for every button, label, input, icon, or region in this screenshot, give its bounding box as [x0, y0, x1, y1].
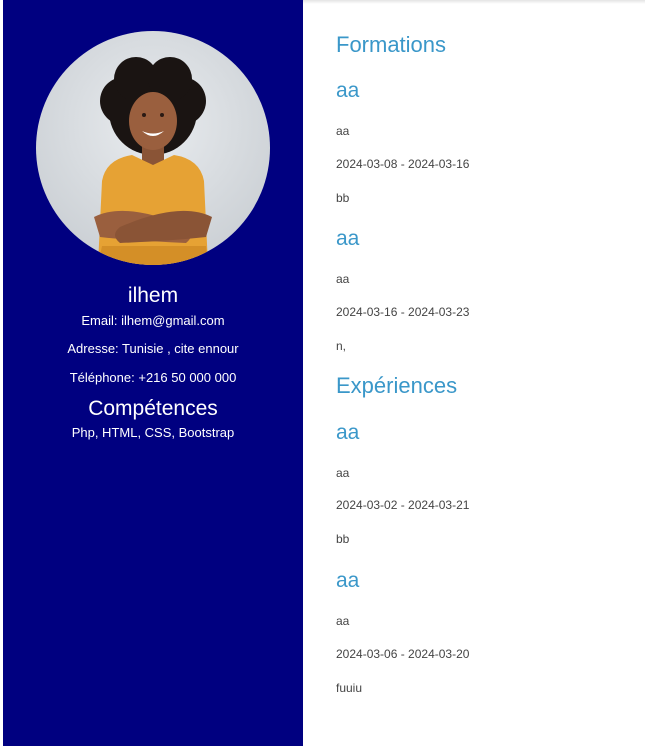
formation-1-title: aa — [336, 79, 360, 102]
experience-2-dates: 2024-03-06 - 2024-03-20 — [336, 647, 470, 661]
experience-1-dates: 2024-03-02 - 2024-03-21 — [336, 498, 470, 512]
formations-heading: Formations — [336, 32, 447, 57]
experience-1-description: bb — [336, 532, 350, 546]
skills-heading: Compétences — [88, 397, 218, 420]
formation-2-subtitle: aa — [336, 272, 350, 286]
formation-1-description: bb — [336, 191, 350, 205]
formation-2-dates: 2024-03-16 - 2024-03-23 — [336, 305, 470, 319]
experiences-heading: Expériences — [336, 373, 458, 398]
profile-email: Email: ilhem@gmail.com — [81, 313, 225, 328]
skills-list: Php, HTML, CSS, Bootstrap — [71, 425, 235, 440]
top-divider — [303, 0, 645, 4]
formation-1-subtitle: aa — [336, 124, 350, 138]
formation-1-dates: 2024-03-08 - 2024-03-16 — [336, 157, 470, 171]
profile-photo — [36, 31, 270, 265]
experience-1-subtitle: aa — [336, 466, 350, 480]
experience-2-title: aa — [336, 569, 360, 592]
experience-2-description: fuuiu — [336, 681, 363, 695]
formation-2-title: aa — [336, 227, 360, 250]
experience-2-subtitle: aa — [336, 614, 350, 628]
cv-page: ilhem Email: ilhem@gmail.com Adresse: Tu… — [0, 0, 645, 746]
experience-1-title: aa — [336, 421, 360, 444]
formation-2-description: n, — [336, 339, 347, 353]
profile-phone: Téléphone: +216 50 000 000 — [69, 370, 237, 385]
profile-name: ilhem — [127, 284, 179, 307]
profile-address: Adresse: Tunisie , cite ennour — [67, 341, 239, 356]
profile-sidebar: ilhem Email: ilhem@gmail.com Adresse: Tu… — [3, 0, 303, 746]
